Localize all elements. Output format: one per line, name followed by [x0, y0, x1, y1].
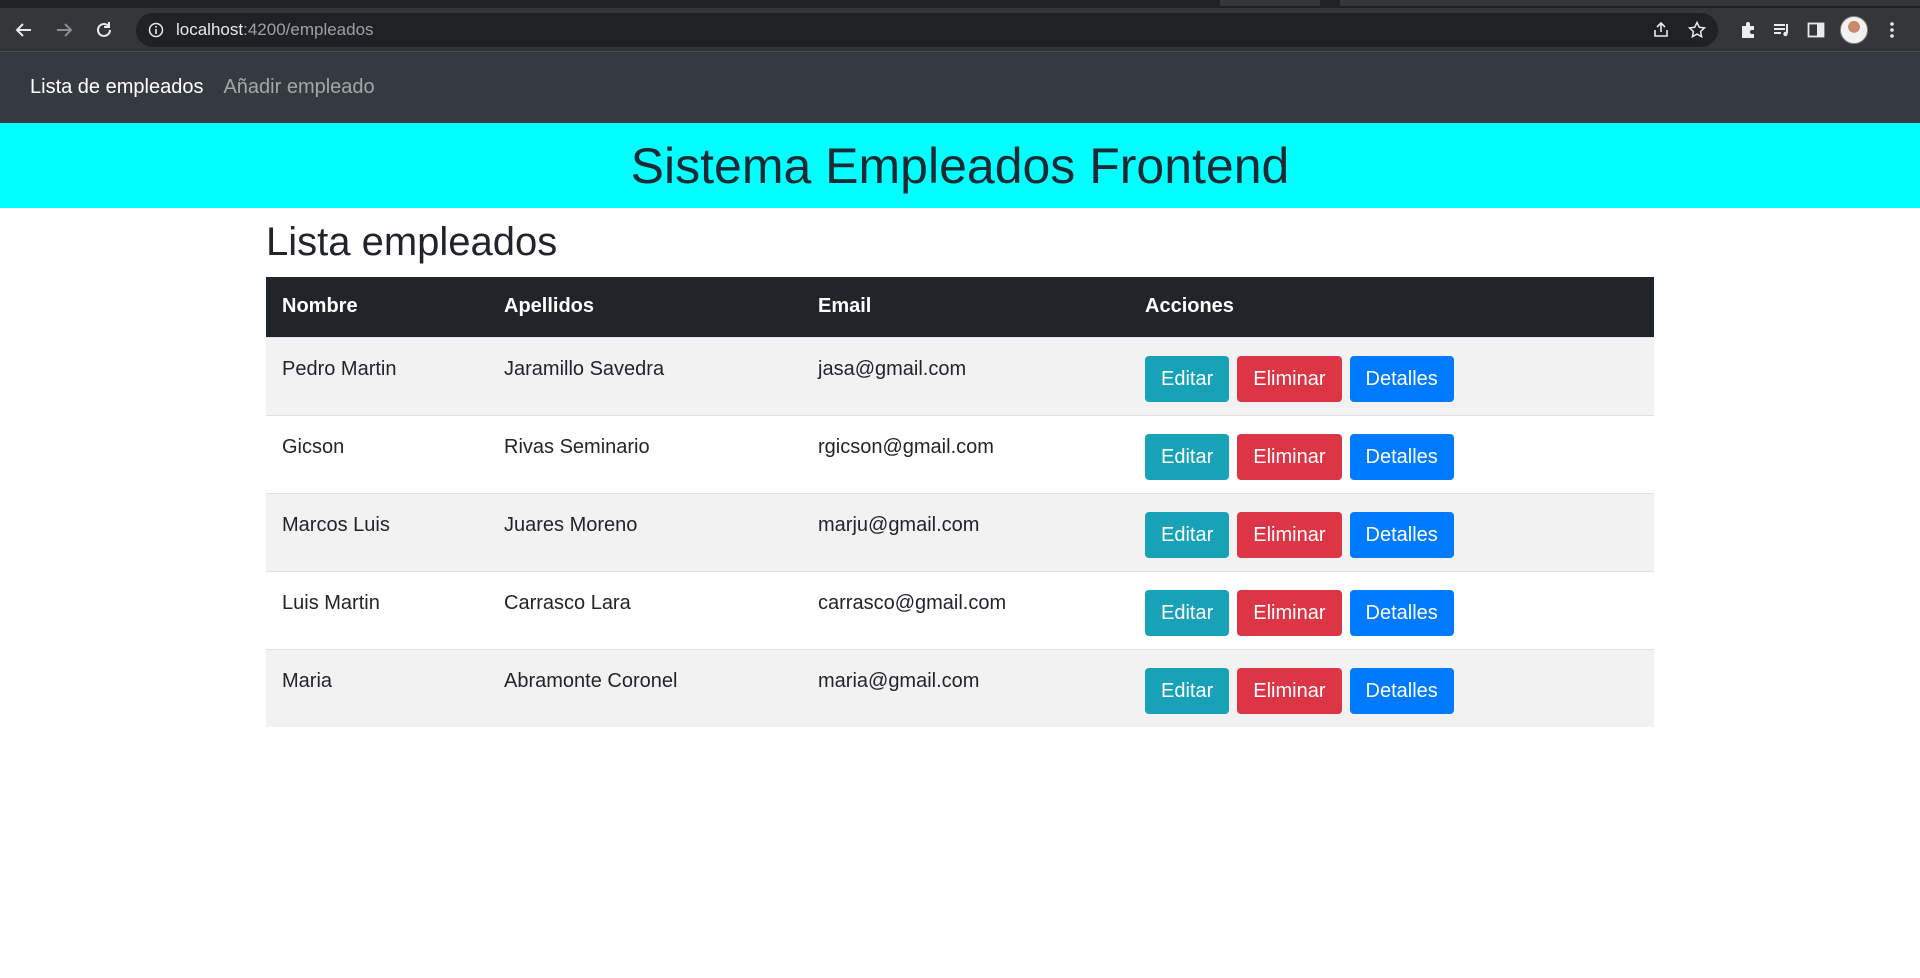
- table-row: Marcos Luis Juares Moreno marju@gmail.co…: [266, 492, 1654, 571]
- cell-nombre: Maria: [266, 648, 488, 727]
- column-header-apellidos: Apellidos: [504, 295, 595, 318]
- url-host: localhost: [176, 19, 244, 39]
- cell-actions: Editar Eliminar Detalles: [1129, 570, 1654, 649]
- main-container: Lista empleados Nombre Apellidos Email A…: [266, 208, 1654, 727]
- profile-avatar[interactable]: [1840, 15, 1868, 44]
- table-row: Maria Abramonte Coronel maria@gmail.com …: [266, 648, 1654, 727]
- forward-button[interactable]: [48, 14, 80, 46]
- table-header-row: Nombre Apellidos Email Acciones: [266, 277, 1654, 337]
- delete-button[interactable]: Eliminar: [1237, 355, 1342, 402]
- site-info-icon[interactable]: [148, 22, 164, 38]
- banner-title: Sistema Empleados Frontend: [630, 137, 1290, 194]
- back-arrow-icon: [15, 22, 31, 37]
- details-button[interactable]: Detalles: [1349, 511, 1454, 558]
- more-menu-icon[interactable]: [1882, 20, 1902, 40]
- browser-toolbar: localhost:4200/empleados: [0, 8, 1920, 52]
- column-header-nombre: Nombre: [282, 295, 358, 318]
- column-header-email: Email: [818, 295, 872, 318]
- details-button[interactable]: Detalles: [1349, 589, 1454, 636]
- reload-button[interactable]: [88, 14, 120, 46]
- cell-actions: Editar Eliminar Detalles: [1129, 492, 1654, 571]
- url-text[interactable]: localhost:4200/empleados: [176, 20, 374, 40]
- cell-apellidos: Juares Moreno: [488, 492, 802, 571]
- details-button[interactable]: Detalles: [1349, 355, 1454, 402]
- media-queue-icon[interactable]: [1772, 20, 1792, 40]
- delete-button[interactable]: Eliminar: [1237, 433, 1342, 480]
- details-button[interactable]: Detalles: [1349, 433, 1454, 480]
- cell-email: carrasco@gmail.com: [802, 570, 1129, 649]
- header-banner: Sistema Empleados Frontend: [0, 123, 1920, 208]
- cell-apellidos: Rivas Seminario: [488, 414, 802, 493]
- browser-tabstrip: [0, 0, 1920, 8]
- details-button[interactable]: Detalles: [1349, 667, 1454, 714]
- edit-button[interactable]: Editar: [1145, 355, 1230, 402]
- url-path: :4200/empleados: [243, 19, 374, 39]
- nav-link-lista-empleados[interactable]: Lista de empleados: [30, 76, 203, 99]
- delete-button[interactable]: Eliminar: [1237, 511, 1342, 558]
- cell-nombre: Luis Martin: [266, 570, 488, 649]
- cell-actions: Editar Eliminar Detalles: [1129, 414, 1654, 493]
- side-panel-icon[interactable]: [1806, 20, 1826, 40]
- back-button[interactable]: [8, 14, 40, 46]
- nav-link-anadir-empleado[interactable]: Añadir empleado: [223, 76, 374, 99]
- cell-apellidos: Abramonte Coronel: [488, 648, 802, 727]
- cell-actions: Editar Eliminar Detalles: [1129, 648, 1654, 727]
- cell-email: marju@gmail.com: [802, 492, 1129, 571]
- edit-button[interactable]: Editar: [1145, 589, 1230, 636]
- cell-nombre: Gicson: [266, 414, 488, 493]
- share-icon[interactable]: [1652, 21, 1670, 39]
- reload-icon: [97, 21, 111, 37]
- page-title: Lista empleados: [266, 220, 558, 264]
- edit-button[interactable]: Editar: [1145, 511, 1230, 558]
- bookmark-star-icon[interactable]: [1688, 20, 1706, 39]
- delete-button[interactable]: Eliminar: [1237, 589, 1342, 636]
- forward-arrow-icon: [57, 22, 73, 37]
- table-row: Gicson Rivas Seminario rgicson@gmail.com…: [266, 414, 1654, 493]
- column-header-acciones: Acciones: [1145, 295, 1234, 318]
- cell-email: maria@gmail.com: [802, 648, 1129, 727]
- cell-email: jasa@gmail.com: [802, 336, 1129, 415]
- cell-apellidos: Jaramillo Savedra: [488, 336, 802, 415]
- extensions-icon[interactable]: [1738, 20, 1758, 40]
- app-navbar: Lista de empleados Añadir empleado: [0, 52, 1920, 123]
- cell-actions: Editar Eliminar Detalles: [1129, 336, 1654, 415]
- table-row: Pedro Martin Jaramillo Savedra jasa@gmai…: [266, 336, 1654, 415]
- edit-button[interactable]: Editar: [1145, 667, 1230, 714]
- table-row: Luis Martin Carrasco Lara carrasco@gmail…: [266, 570, 1654, 649]
- cell-nombre: Pedro Martin: [266, 336, 488, 415]
- edit-button[interactable]: Editar: [1145, 433, 1230, 480]
- cell-nombre: Marcos Luis: [266, 492, 488, 571]
- delete-button[interactable]: Eliminar: [1237, 667, 1342, 714]
- cell-apellidos: Carrasco Lara: [488, 570, 802, 649]
- address-bar[interactable]: localhost:4200/empleados: [136, 12, 1718, 47]
- employees-table: Nombre Apellidos Email Acciones Pedro Ma…: [266, 277, 1654, 727]
- cell-email: rgicson@gmail.com: [802, 414, 1129, 493]
